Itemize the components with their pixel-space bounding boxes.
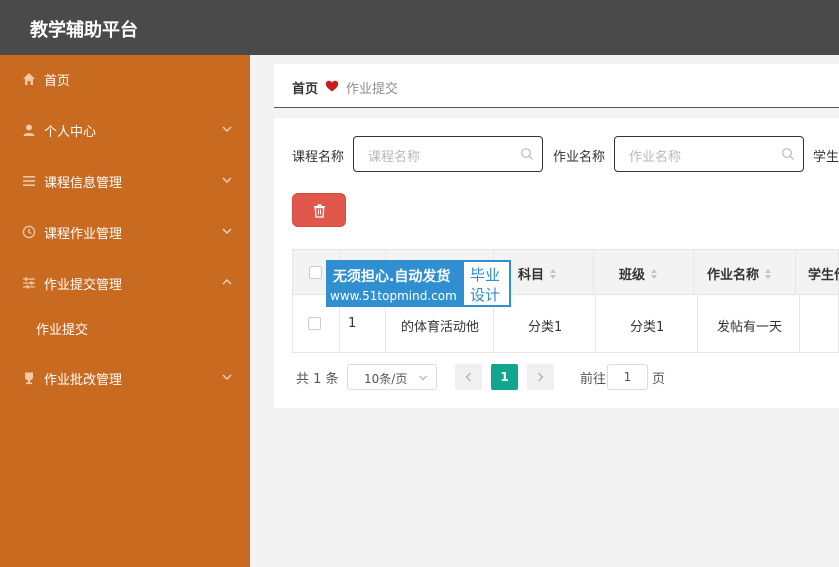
- sliders-icon: [23, 277, 35, 289]
- page-size-select[interactable]: 10条/页: [347, 364, 437, 390]
- sidebar-subitem-homework-submit[interactable]: 作业提交: [0, 309, 250, 349]
- sidebar-item-course-info[interactable]: 课程信息管理: [0, 162, 250, 202]
- chevron-down-icon: [222, 374, 232, 380]
- delete-button[interactable]: [292, 193, 346, 227]
- goto-label: 前往: [580, 372, 607, 387]
- sidebar-item-label: 课程作业管理: [44, 227, 123, 242]
- homework-name-placeholder: 作业名称: [629, 150, 682, 165]
- home-icon: [23, 73, 35, 85]
- pagination-total: 共 1 条: [296, 372, 339, 387]
- sidebar-item-homework-submit[interactable]: 作业提交管理: [0, 264, 250, 304]
- chevron-up-icon: [222, 279, 232, 285]
- sort-icon: [765, 269, 772, 279]
- chevron-down-icon: [222, 177, 232, 183]
- sidebar-item-homework-grading[interactable]: 作业批改管理: [0, 359, 250, 399]
- sort-icon: [651, 269, 658, 279]
- watermark-url: www.51topmind.com: [330, 289, 457, 303]
- sidebar-subitem-label: 作业提交: [36, 323, 89, 338]
- page-number-button[interactable]: 1: [491, 364, 518, 390]
- chevron-down-icon: [222, 126, 232, 132]
- breadcrumb-home[interactable]: 首页: [292, 78, 318, 97]
- watermark-text: 无须担心.自动发货: [333, 269, 451, 285]
- chevron-down-icon: [419, 375, 427, 381]
- top-header: 教学辅助平台: [0, 0, 839, 55]
- prev-page-button[interactable]: [455, 364, 482, 390]
- search-icon: [782, 148, 794, 160]
- chevron-left-icon: [465, 372, 471, 382]
- course-name-placeholder: 课程名称: [368, 150, 421, 165]
- cell-homework: 发帖有一天: [717, 320, 783, 335]
- page-size-value: 10条/页: [364, 372, 408, 386]
- sidebar-item-label: 作业提交管理: [44, 278, 123, 293]
- chevron-down-icon: [222, 228, 232, 234]
- course-name-input[interactable]: 课程名称: [353, 136, 543, 172]
- sidebar-item-course-homework[interactable]: 课程作业管理: [0, 213, 250, 253]
- breadcrumb: 首页 作业提交: [274, 64, 839, 108]
- cell-index: 1: [348, 316, 357, 331]
- column-header-class[interactable]: 班级: [619, 264, 658, 283]
- breadcrumb-current: 作业提交: [346, 82, 399, 97]
- student-label: 学生: [813, 150, 839, 165]
- sort-icon: [550, 269, 557, 279]
- homework-name-input[interactable]: 作业名称: [614, 136, 804, 172]
- next-page-button[interactable]: [527, 364, 554, 390]
- cell-class: 分类1: [630, 320, 665, 335]
- clock-icon: [22, 225, 36, 239]
- watermark-banner: 无须担心.自动发货 www.51topmind.com 毕业 设计: [326, 260, 511, 307]
- select-all-checkbox[interactable]: [309, 266, 322, 279]
- sidebar-item-label: 个人中心: [44, 125, 97, 140]
- chevron-right-icon: [538, 372, 544, 382]
- list-icon: [23, 176, 35, 186]
- user-icon: [23, 124, 35, 136]
- watermark-badge-bottom: 设计: [470, 286, 501, 304]
- trophy-icon: [25, 372, 33, 385]
- column-header-homework-name[interactable]: 作业名称: [707, 264, 772, 283]
- sidebar: 首页 个人中心 课程信息管理 课程作业管理 作业提交管理 作业提交 作业批改管理: [0, 55, 250, 567]
- course-name-label: 课程名称: [292, 150, 345, 165]
- goto-page-input[interactable]: 1: [607, 364, 648, 390]
- heart-icon: [325, 80, 339, 92]
- cell-subject: 分类1: [528, 320, 563, 335]
- watermark-badge-top: 毕业: [470, 266, 501, 284]
- app-title: 教学辅助平台: [30, 20, 138, 41]
- search-icon: [521, 148, 533, 160]
- column-header-student[interactable]: 学生作: [808, 264, 839, 283]
- page-suffix: 页: [652, 372, 666, 387]
- trash-icon: [314, 204, 325, 218]
- column-header-subject[interactable]: 科目: [518, 264, 557, 283]
- row-checkbox[interactable]: [308, 317, 321, 330]
- homework-name-label: 作业名称: [553, 150, 606, 165]
- cell-course: 的体育活动他: [401, 320, 480, 335]
- sidebar-item-label: 首页: [44, 74, 71, 89]
- sidebar-item-label: 作业批改管理: [44, 373, 123, 388]
- sidebar-item-personal[interactable]: 个人中心: [0, 111, 250, 151]
- sidebar-item-label: 课程信息管理: [44, 176, 123, 191]
- sidebar-item-home[interactable]: 首页: [0, 60, 250, 100]
